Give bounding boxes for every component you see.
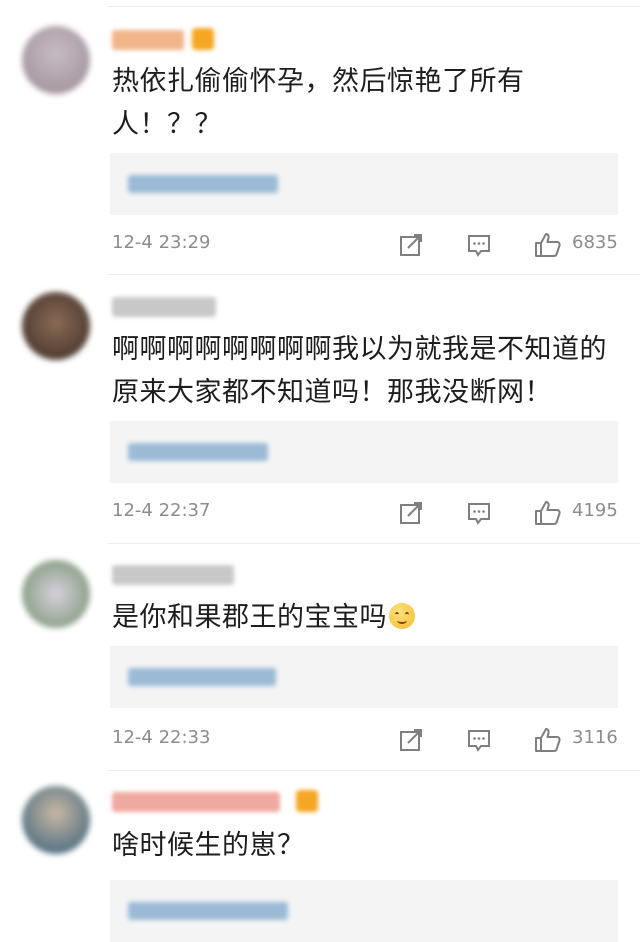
repost-icon[interactable]: [398, 727, 424, 753]
comment-icon[interactable]: [466, 727, 492, 753]
like-count: 6835: [572, 232, 618, 253]
comment-text-content: 是你和果郡王的宝宝吗: [112, 602, 387, 633]
avatar[interactable]: [22, 786, 90, 854]
repost-icon[interactable]: [398, 500, 424, 526]
comment-time: 12-4 22:33: [112, 727, 211, 748]
divider: [108, 6, 640, 7]
avatar[interactable]: [22, 560, 90, 628]
like-icon[interactable]: [534, 727, 562, 753]
comment-meta: 12-4 22:33 3116: [0, 725, 640, 755]
comment-icon[interactable]: [466, 232, 492, 258]
comment-text: 啊啊啊啊啊啊啊啊我以为就我是不知道的 原来大家都不知道吗！那我没断网！: [112, 334, 607, 408]
username[interactable]: [112, 30, 184, 50]
reply-preview-text: [128, 902, 288, 920]
reply-preview[interactable]: [110, 153, 618, 215]
comment-meta: 12-4 22:37 4195: [0, 498, 640, 528]
comment-text: 啥时候生的崽？: [112, 830, 305, 861]
smile-emoji-icon: [389, 603, 415, 629]
reply-preview-text: [128, 443, 268, 461]
like-icon[interactable]: [534, 500, 562, 526]
comment-text: 是你和果郡王的宝宝吗: [112, 596, 617, 639]
comment-time: 12-4 22:37: [112, 500, 211, 521]
divider: [108, 274, 640, 275]
comment-time: 12-4 23:29: [112, 232, 211, 253]
vip-badge-icon: [296, 790, 318, 812]
comment-text: 热依扎偷偷怀孕，然后惊艳了所有人！？？: [112, 66, 525, 140]
repost-icon[interactable]: [398, 232, 424, 258]
divider: [108, 770, 640, 771]
username[interactable]: [112, 297, 216, 317]
vip-badge-icon: [192, 28, 214, 50]
like-count: 3116: [572, 727, 618, 748]
reply-preview-text: [128, 175, 278, 193]
comment-icon[interactable]: [466, 500, 492, 526]
divider: [108, 543, 640, 544]
avatar[interactable]: [22, 292, 90, 360]
reply-preview[interactable]: [110, 646, 618, 708]
comment-meta: 12-4 23:29 6835: [0, 230, 640, 260]
reply-preview[interactable]: [110, 421, 618, 483]
username[interactable]: [112, 565, 234, 585]
like-icon[interactable]: [534, 232, 562, 258]
like-count: 4195: [572, 500, 618, 521]
avatar[interactable]: [22, 26, 90, 94]
username[interactable]: [112, 792, 280, 812]
reply-preview-text: [128, 668, 276, 686]
reply-preview[interactable]: [110, 880, 618, 942]
